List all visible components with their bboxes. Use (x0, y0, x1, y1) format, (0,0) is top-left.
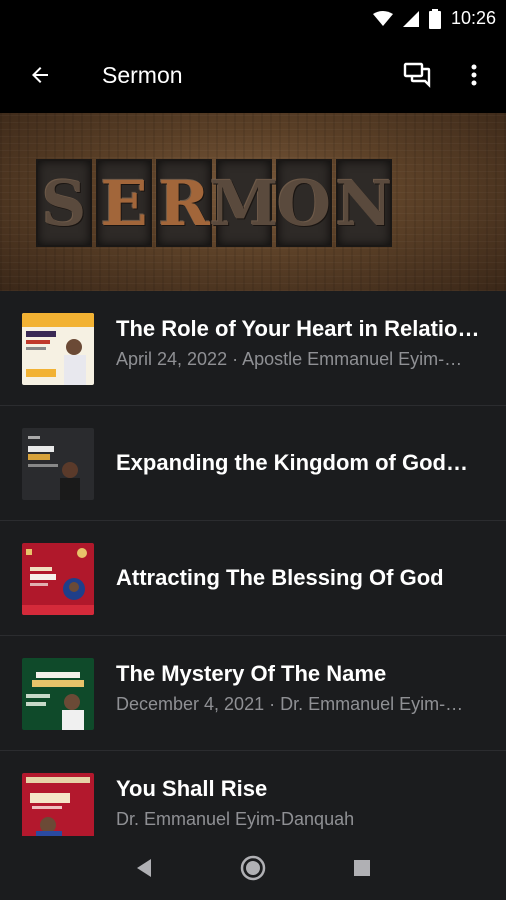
sermon-subtitle: December 4, 2021 · Dr. Emmanuel Eyim-… (116, 694, 464, 714)
sermon-list-item[interactable]: You Shall Rise Dr. Emmanuel Eyim-Danquah (0, 751, 506, 836)
app-toolbar: Sermon (0, 37, 506, 113)
battery-icon (428, 8, 441, 29)
sermon-title: You Shall Rise (116, 776, 268, 801)
more-options-button[interactable] (446, 37, 502, 113)
sermon-title: Attracting The Blessing Of God (116, 565, 444, 590)
chat-icon (403, 62, 431, 88)
sermon-title: The Mystery Of The Name (116, 661, 387, 686)
nav-recents-icon (353, 860, 370, 876)
back-button[interactable] (0, 37, 78, 113)
nav-back-button[interactable] (120, 844, 168, 892)
wifi-icon (372, 10, 393, 27)
hero-letter: E (96, 159, 152, 247)
sermon-title: Expanding the Kingdom of God… (116, 450, 468, 475)
sermon-thumbnail (22, 428, 94, 500)
hero-letter: M (210, 159, 278, 247)
more-vert-icon (471, 64, 477, 86)
sermon-list-item[interactable]: Attracting The Blessing Of God (0, 521, 506, 636)
system-nav-bar (0, 836, 506, 900)
status-time: 10:26 (450, 8, 496, 28)
hero-letter: N (336, 159, 392, 247)
hero-letterpress-word: S E R M O N (36, 159, 392, 247)
sermon-title: The Role of Your Heart in Relatio… (116, 316, 480, 341)
sermon-list-item[interactable]: The Mystery Of The Name December 4, 2021… (0, 636, 506, 751)
arrow-back-icon (32, 67, 48, 83)
sermon-thumbnail (22, 658, 94, 730)
chat-button[interactable] (390, 37, 446, 113)
sermon-subtitle: Dr. Emmanuel Eyim-Danquah (116, 809, 355, 829)
page-title: Sermon (102, 61, 183, 88)
sermon-thumbnail (22, 773, 94, 836)
hero-letter: R (156, 159, 212, 247)
nav-home-button[interactable] (229, 844, 277, 892)
sermon-list: The Role of Your Heart in Relatio… April… (0, 291, 506, 836)
nav-home-icon (240, 855, 266, 881)
status-bar: 10:26 (0, 0, 506, 37)
hero-letter: O (276, 159, 332, 247)
sermon-thumbnail (22, 313, 94, 385)
sermon-hero-banner: S E R M O N (0, 113, 506, 291)
nav-recents-button[interactable] (338, 844, 386, 892)
cell-signal-icon (402, 10, 419, 27)
sermon-thumbnail (22, 543, 94, 615)
nav-back-icon (137, 859, 152, 877)
sermon-list-item[interactable]: Expanding the Kingdom of God… (0, 406, 506, 521)
sermon-list-item[interactable]: The Role of Your Heart in Relatio… April… (0, 291, 506, 406)
sermon-subtitle: April 24, 2022 · Apostle Emmanuel Eyim-… (116, 349, 463, 369)
hero-letter: S (36, 159, 92, 247)
